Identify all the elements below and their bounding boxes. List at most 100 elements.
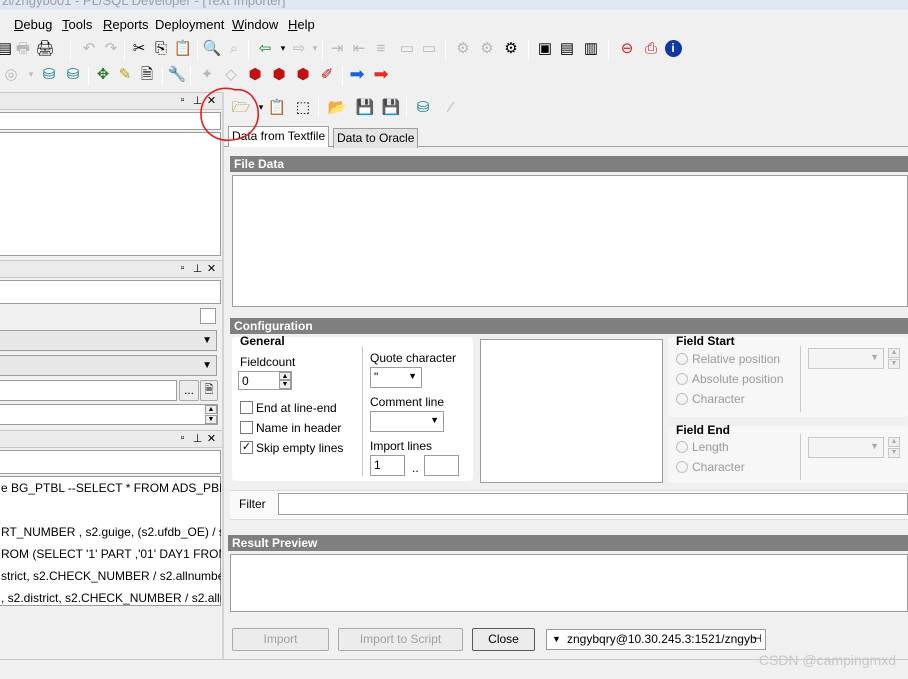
panel-input-3[interactable] [0,450,221,474]
spin-up-icon: ▲ [888,348,900,358]
spin-up-icon[interactable]: ▲ [279,372,291,380]
paste-icon[interactable]: 📋 [172,37,194,59]
ellipsis-button[interactable]: ... [179,380,199,401]
minimize-icon[interactable]: ▫ [176,432,189,444]
minimize-icon[interactable]: ▫ [176,94,189,106]
window-list-icon[interactable]: ▣ [534,37,556,59]
filter-input[interactable] [278,493,908,515]
menu-tools[interactable]: Tools [62,17,92,32]
tile-icon[interactable]: ▥ [580,37,602,59]
pdf-icon[interactable]: ⎙ [640,37,662,59]
indent-icon: ⇥ [330,39,344,57]
pin-icon[interactable]: ⊣ [752,632,762,645]
close-icon[interactable]: ✕ [205,262,218,275]
owner-combo[interactable]: ▼ [0,330,217,351]
menu-help[interactable]: Help [288,17,315,32]
name-in-header-checkbox[interactable] [240,421,253,434]
relative-position-radio[interactable] [676,353,688,365]
field-list[interactable] [480,339,663,483]
list-item[interactable]: ROM (SELECT '1' PART ,'01' DAY1 FROM DU [0,543,221,565]
menu-window[interactable]: Window [232,17,278,32]
filter-label: Filter [239,497,266,511]
pin-icon[interactable]: ⊥ [191,432,204,445]
stop-icon[interactable]: ➡ [370,63,392,85]
spin-input[interactable]: ▲ ▼ [0,404,218,425]
connection-selector[interactable]: ▼ zngybqry@10.30.245.3:1521/zngyb ⊣ [546,629,766,650]
cut-icon[interactable]: ✂ [128,37,150,59]
import-to-script-button: Import to Script [338,628,463,651]
commit-icon[interactable]: ⛁ [38,63,60,85]
menu-debug[interactable]: Debug [14,17,52,32]
panel-input-2[interactable] [0,280,221,304]
list-item[interactable]: , s2.district, s2.CHECK_NUMBER / s2.alln… [0,587,221,609]
small-box[interactable] [200,308,216,324]
menu-deployment[interactable]: Deployment [155,17,224,32]
chevron-down-icon: ▼ [408,371,417,381]
end-at-line-end-checkbox[interactable] [240,401,253,414]
type-combo[interactable]: ▼ [0,355,217,376]
print-setup-icon[interactable]: 🖨 [34,37,56,59]
spin-up-icon[interactable]: ▲ [205,405,217,414]
snippet-icon[interactable]: ⬢ [268,63,290,85]
rollback-icon[interactable]: ⛁ [62,63,84,85]
import-button: Import [232,628,329,651]
import-lines-from-input[interactable]: 1 [370,455,405,476]
close-icon[interactable]: ✕ [205,432,218,445]
file-data-area[interactable] [232,175,908,307]
close-button[interactable]: Close [472,628,535,651]
next-icon[interactable]: ➡ [346,63,368,85]
minimize-icon[interactable]: ▫ [176,262,189,274]
unindent-icon: ⇤ [352,39,366,57]
skip-empty-lines-checkbox[interactable]: ✓ [240,441,253,454]
paste-icon[interactable]: 📋 [266,96,288,118]
filter-input[interactable] [0,380,177,401]
import-lines-separator: .. [412,461,419,475]
absolute-position-radio[interactable] [676,373,688,385]
spin-down-icon[interactable]: ▼ [205,415,217,424]
panel-header-1: ▫ ⊥ ✕ [0,92,222,110]
import-lines-label: Import lines [370,439,433,453]
tools-icon[interactable]: 🔧 [166,63,188,85]
oracle-icon[interactable]: ⊖ [616,37,638,59]
tab-data-to-oracle[interactable]: Data to Oracle [333,128,419,148]
list-item[interactable]: RT_NUMBER , s2.guige, (s2.ufdb_OE) / s2.… [0,521,221,543]
length-radio[interactable] [676,441,688,453]
window-title: zi/zngyb001 - PL/SQL Developer - [Text I… [0,0,908,10]
result-preview-area[interactable] [230,554,908,612]
end-at-line-end-label: End at line-end [256,401,337,415]
end-character-radio[interactable] [676,461,688,473]
text-importer: 🗁 ▾ 📋 ⬚ 📂 💾 💾 ⛁ ⁄ Data from Textfile Dat… [224,92,908,659]
snippet-button[interactable]: 🗎 [200,380,218,401]
beautify-icon[interactable]: ✎ [114,63,136,85]
select-area-icon[interactable]: ⬚ [292,96,314,118]
brush-icon[interactable]: ✐ [316,63,338,85]
skip-empty-lines-label: Skip empty lines [256,441,344,455]
open-folder-icon[interactable]: 📂 [326,96,348,118]
spin-down-icon[interactable]: ▼ [279,380,291,389]
fieldcount-input[interactable]: 0 ▲ ▼ [238,371,292,390]
info-icon[interactable]: i [662,37,684,59]
copy-icon[interactable]: ⎘ [150,37,172,59]
print-preview-icon: 🖶 [15,39,31,57]
comment-line-select[interactable]: ▼ [370,411,444,432]
field-start-title: Field Start [676,334,735,348]
uppercase-icon: ≡ [376,39,386,57]
session-icon[interactable]: ⚙ [500,37,522,59]
import-lines-to-input[interactable] [424,455,459,476]
menu-reports[interactable]: Reports [103,17,149,32]
quote-character-select[interactable]: " ▼ [370,367,422,388]
cascade-icon[interactable]: ▤ [556,37,578,59]
document-icon: 🗎 [204,384,214,396]
start-character-label: Character [692,392,745,406]
database-icon[interactable]: ⛁ [412,96,434,118]
object-list[interactable] [0,132,221,256]
pin-icon[interactable]: ⊥ [191,262,204,275]
start-character-radio[interactable] [676,393,688,405]
compile-icon[interactable]: ✥ [92,63,114,85]
panel-input-1[interactable] [0,112,221,130]
list-item[interactable]: e BG_PTBL --SELECT * FROM ADS_PBDC_B [0,477,221,499]
chevron-down-icon: ▼ [552,634,561,644]
report-icon[interactable]: 🗎 [136,63,158,85]
edit-icon[interactable]: ⬢ [292,63,314,85]
list-item[interactable]: strict, s2.CHECK_NUMBER / s2.allnumber p [0,565,221,587]
